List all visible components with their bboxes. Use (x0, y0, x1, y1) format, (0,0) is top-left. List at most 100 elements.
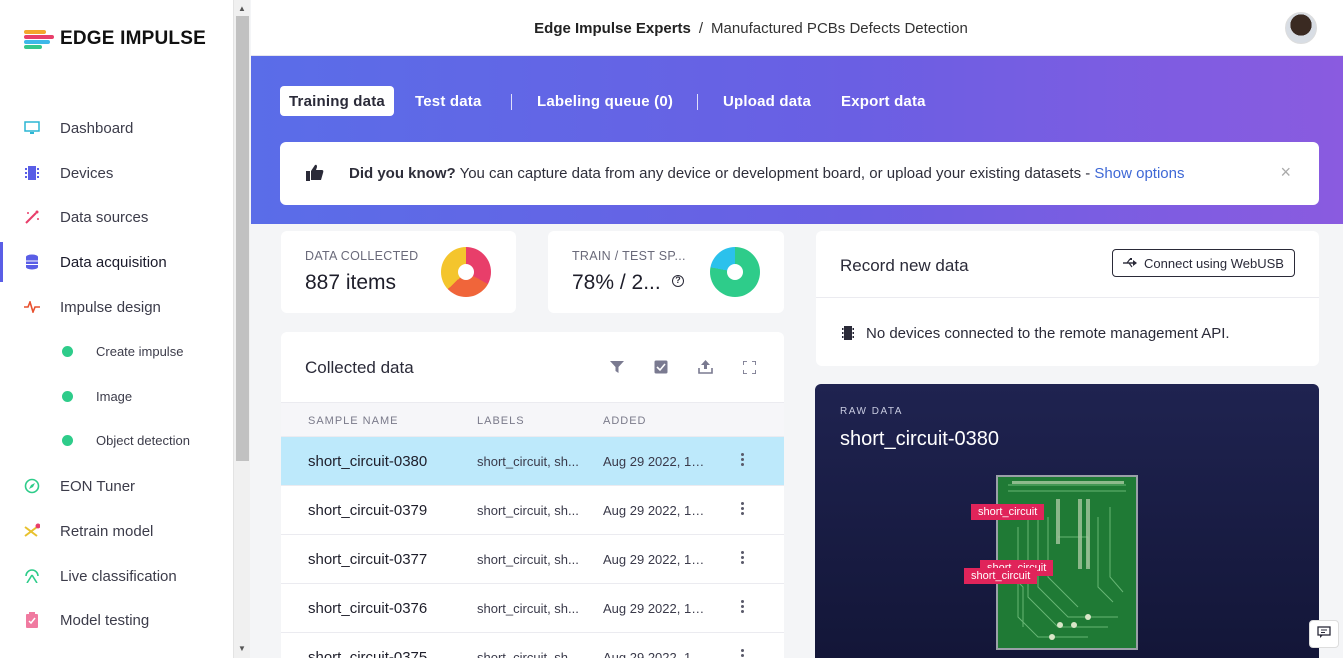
sample-labels: short_circuit, sh... (477, 552, 579, 567)
monitor-icon (24, 120, 40, 136)
scroll-down-icon[interactable]: ▼ (238, 644, 246, 653)
hero-banner: Training data Test data Labeling queue (… (251, 56, 1343, 224)
status-dot-icon (62, 434, 73, 446)
sidebar-item-impulse-design[interactable]: Impulse design (0, 287, 233, 327)
magic-wand-icon (24, 209, 40, 225)
database-icon (24, 254, 40, 270)
data-collected-card: DATA COLLECTED 887 items (281, 231, 516, 313)
sidebar-scrollbar[interactable]: ▲ ▼ (233, 0, 250, 658)
table-row[interactable]: short_circuit-0376 short_circuit, sh... … (281, 583, 784, 632)
expand-icon[interactable] (741, 359, 757, 375)
sidebar-item-dashboard[interactable]: Dashboard (0, 108, 233, 148)
tab-upload-data[interactable]: Upload data (723, 86, 811, 116)
breadcrumb: Edge Impulse Experts / Manufactured PCBs D… (251, 20, 1251, 37)
column-header-added[interactable]: ADDED (603, 415, 647, 427)
tab-labeling-queue[interactable]: Labeling queue (0) (537, 86, 673, 116)
sidebar-item-label: Data sources (60, 208, 149, 226)
breadcrumb-project[interactable]: Manufactured PCBs Defects Detection (711, 20, 968, 37)
record-title: Record new data (840, 256, 969, 275)
collected-data-title: Collected data (305, 358, 414, 377)
train-test-split-card: TRAIN / TEST SP... 78% / 2... ? (548, 231, 784, 313)
sidebar-item-label: Impulse design (60, 298, 161, 316)
filter-icon[interactable] (609, 359, 625, 375)
sidebar-subitem-create-impulse[interactable]: Create impulse (0, 336, 233, 366)
sample-name: short_circuit-0380 (308, 453, 428, 470)
tab-test-data[interactable]: Test data (415, 86, 482, 116)
column-header-labels[interactable]: LABELS (477, 415, 525, 427)
status-dot-icon (62, 345, 73, 357)
table-row[interactable]: short_circuit-0377 short_circuit, sh... … (281, 534, 784, 583)
table-row[interactable]: short_circuit-0380 short_circuit, sh... … (281, 436, 784, 485)
stat-value: 887 items (305, 271, 397, 294)
help-icon[interactable]: ? (672, 275, 684, 287)
raw-data-panel: RAW DATA short_circuit-0380 short_circui… (815, 384, 1319, 658)
sidebar-subitem-image[interactable]: Image (0, 381, 233, 411)
sidebar-item-label: EON Tuner (60, 477, 136, 495)
chat-icon (1317, 626, 1331, 642)
shuffle-icon (24, 523, 40, 539)
stat-value: 78% / 2... (572, 271, 661, 294)
tab-divider (511, 94, 512, 110)
sidebar-item-data-acquisition[interactable]: Data acquisition (0, 242, 233, 282)
sidebar-item-data-sources[interactable]: Data sources (0, 197, 233, 237)
bounding-box-label[interactable]: short_circuit (964, 568, 1038, 584)
avatar[interactable] (1285, 12, 1317, 44)
connect-webusb-button[interactable]: Connect using WebUSB (1112, 249, 1295, 277)
chip-icon (842, 325, 854, 346)
sidebar-item-live-classification[interactable]: Live classification (0, 556, 233, 596)
upload-icon[interactable] (697, 359, 713, 375)
raw-sample-name: short_circuit-0380 (840, 428, 999, 450)
sample-added: Aug 29 2022, 18:... (603, 454, 711, 469)
tab-divider (697, 94, 698, 110)
label-distribution-donut (441, 247, 491, 297)
edge-impulse-logo-icon (24, 28, 54, 50)
connect-webusb-label: Connect using WebUSB (1144, 255, 1284, 271)
scrollbar-thumb[interactable] (236, 16, 249, 461)
record-new-data-card: Record new data Connect using WebUSB No … (816, 231, 1319, 366)
breadcrumb-org[interactable]: Edge Impulse Experts (534, 20, 691, 37)
sidebar-item-label: Live classification (60, 567, 177, 585)
thumbs-up-icon (306, 164, 324, 185)
sample-added: Aug 29 2022, 18:... (603, 650, 711, 658)
brand-name: EDGE IMPULSE (60, 28, 206, 49)
sidebar-item-eon-tuner[interactable]: EON Tuner (0, 466, 233, 506)
column-header-sample-name[interactable]: SAMPLE NAME (308, 415, 398, 427)
sample-added: Aug 29 2022, 18:... (603, 552, 711, 567)
sidebar-subitem-object-detection[interactable]: Object detection (0, 425, 233, 455)
sidebar-item-label: Dashboard (60, 119, 134, 137)
sidebar-item-label: Model testing (60, 611, 150, 629)
signal-icon (24, 568, 40, 584)
tab-export-data[interactable]: Export data (841, 86, 926, 116)
sidebar-subitem-label: Image (96, 388, 133, 404)
tip-text: Did you know? You can capture data from … (349, 165, 1184, 182)
stat-label: TRAIN / TEST SP... (572, 249, 686, 263)
divider (816, 297, 1319, 298)
sidebar-item-devices[interactable]: Devices (0, 153, 233, 193)
bounding-box-label[interactable]: short_circuit (971, 504, 1045, 520)
pulse-icon (24, 299, 40, 315)
row-menu-icon[interactable] (741, 551, 745, 566)
sidebar-item-label: Retrain model (60, 522, 154, 540)
sidebar-item-retrain-model[interactable]: Retrain model (0, 511, 233, 551)
row-menu-icon[interactable] (741, 649, 745, 658)
tab-training-data[interactable]: Training data (280, 86, 394, 116)
close-icon[interactable]: × (1280, 162, 1291, 183)
usb-icon (1123, 258, 1138, 268)
table-row[interactable]: short_circuit-0375 short_circuit, sh... … (281, 632, 784, 658)
brand-logo[interactable]: EDGE IMPULSE (24, 28, 206, 50)
sidebar-item-model-testing[interactable]: Model testing (0, 600, 233, 640)
row-menu-icon[interactable] (741, 502, 745, 517)
collected-data-card: Collected data SAMPLE NAME LABELS ADDED … (281, 332, 784, 658)
select-checkbox-icon[interactable] (653, 359, 669, 375)
row-menu-icon[interactable] (741, 453, 745, 468)
sample-labels: short_circuit, sh... (477, 601, 579, 616)
row-menu-icon[interactable] (741, 600, 745, 615)
table-row[interactable]: short_circuit-0379 short_circuit, sh... … (281, 485, 784, 534)
scroll-up-icon[interactable]: ▲ (238, 4, 246, 13)
sample-name: short_circuit-0377 (308, 551, 428, 568)
show-options-link[interactable]: Show options (1094, 165, 1184, 182)
sample-name: short_circuit-0376 (308, 600, 428, 617)
did-you-know-banner: Did you know? You can capture data from … (280, 142, 1319, 205)
sample-added: Aug 29 2022, 18:... (603, 503, 711, 518)
chat-help-button[interactable] (1309, 620, 1339, 648)
